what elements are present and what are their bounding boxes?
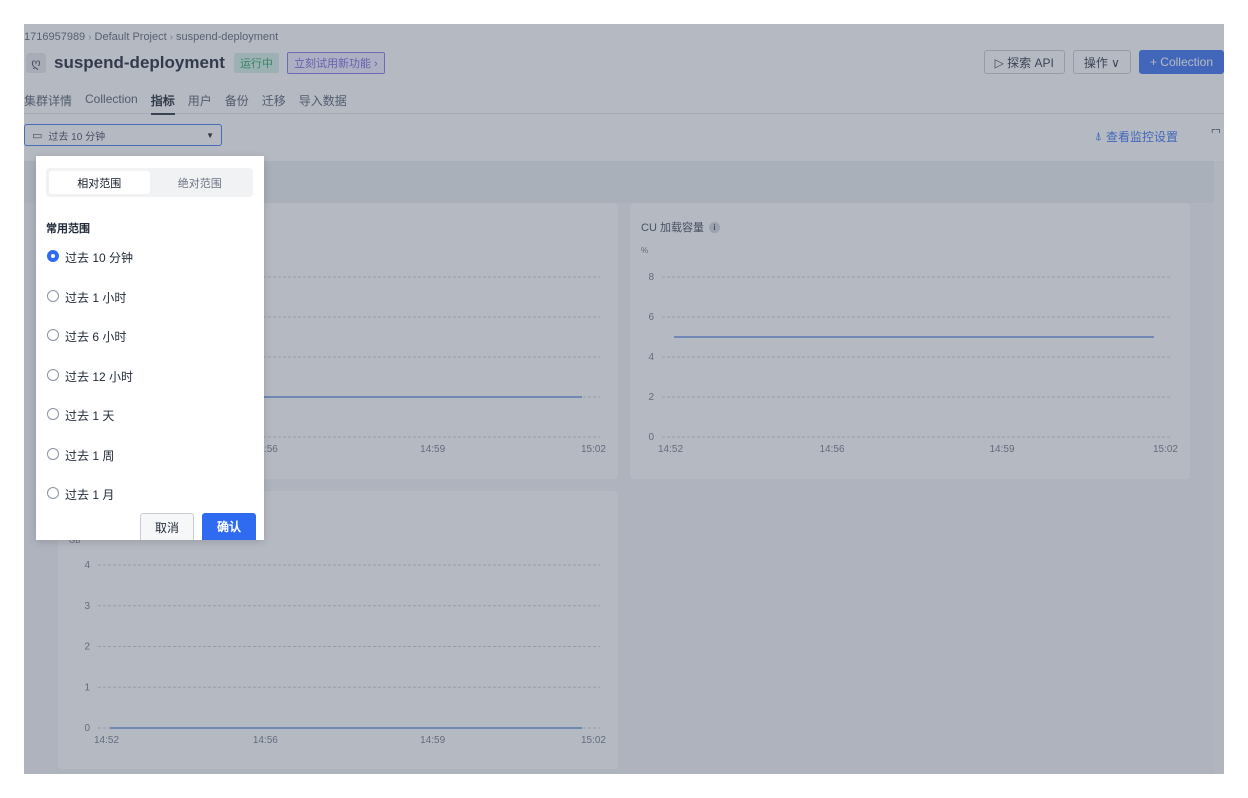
radio-icon[interactable] xyxy=(47,447,59,460)
radio-icon[interactable] xyxy=(47,487,59,499)
radio-icon[interactable] xyxy=(47,329,59,341)
range-option[interactable]: 过去 1 周 xyxy=(47,447,133,487)
range-option-label: 过去 1 天 xyxy=(65,409,115,423)
range-option-label: 过去 10 分钟 xyxy=(65,251,134,265)
radio-icon[interactable] xyxy=(47,368,59,381)
range-option[interactable]: 过去 6 小时 xyxy=(47,328,133,368)
range-option[interactable]: 过去 12 小时 xyxy=(47,368,133,408)
range-options: 过去 10 分钟 过去 1 小时 过去 6 小时 过去 12 小时 过去 1 天过去 1… xyxy=(47,249,133,526)
range-option-label: 过去 6 小时 xyxy=(65,330,127,344)
radio-checked-icon[interactable] xyxy=(47,250,59,262)
range-option[interactable]: 过去 10 分钟 xyxy=(47,249,133,289)
segment-relative[interactable]: 相对范围 xyxy=(49,171,150,194)
range-option-label: 过去 1 月 xyxy=(65,488,115,502)
radio-icon[interactable] xyxy=(47,408,59,420)
popup-actions: 取消 确认 xyxy=(140,513,256,540)
range-option[interactable]: 过去 1 天 xyxy=(47,407,133,447)
segment-absolute[interactable]: 绝对范围 xyxy=(150,171,251,194)
range-option-label: 过去 1 周 xyxy=(65,448,115,463)
cancel-button[interactable]: 取消 xyxy=(140,513,194,540)
section-label: 常用范围 xyxy=(46,223,90,235)
time-range-popup: 相对范围 绝对范围 常用范围 过去 10 分钟 过去 1 小时 过去 6 小时 过去 … xyxy=(36,156,264,540)
confirm-button[interactable]: 确认 xyxy=(202,513,256,540)
range-option[interactable]: 过去 1 小时 xyxy=(47,289,133,329)
range-option-label: 过去 1 小时 xyxy=(65,290,127,305)
range-mode-segmented: 相对范围 绝对范围 xyxy=(46,168,253,197)
range-option-label: 过去 12 小时 xyxy=(65,369,134,384)
radio-icon[interactable] xyxy=(47,289,59,302)
range-option[interactable]: 过去 1 月 xyxy=(47,486,133,526)
